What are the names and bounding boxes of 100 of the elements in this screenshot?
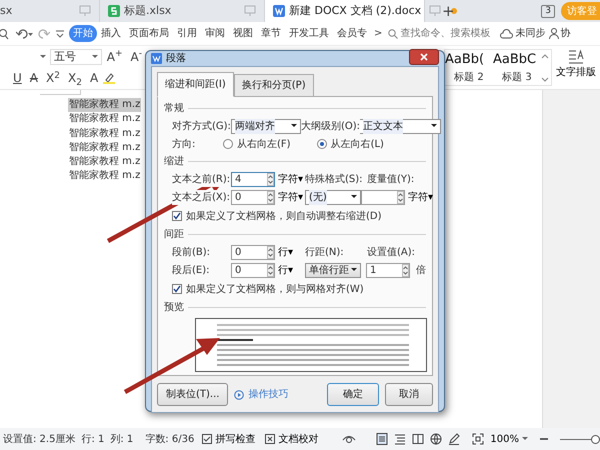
field-label: 设置值(A):	[367, 244, 416, 260]
field-label: 段后(E):	[172, 262, 210, 278]
screen-icon	[79, 5, 91, 17]
ribbon-tab[interactable]: 会员专	[333, 25, 371, 42]
checkbox[interactable]	[172, 284, 182, 294]
unit-dropdown[interactable]: 字符▾	[405, 190, 435, 204]
style-name[interactable]: 标题 2	[445, 70, 493, 85]
close-icon	[420, 52, 428, 60]
document-text: 智能家教程 m.z	[68, 140, 142, 155]
radio-option[interactable]: 从左向右(L)	[316, 136, 384, 152]
dialog-tab[interactable]: 缩进和间距(I)	[157, 72, 234, 97]
unit-label: 倍	[416, 264, 426, 278]
spin-field[interactable]: 0	[231, 262, 275, 278]
book-view-icon[interactable]	[412, 433, 424, 445]
pen-icon[interactable]	[448, 433, 460, 445]
ribbon-tab[interactable]: 视图	[229, 25, 257, 42]
special-format-select[interactable]: (无)	[305, 190, 361, 204]
radio-button[interactable]	[316, 139, 327, 149]
status-text: 列: 1	[110, 432, 134, 446]
format-button[interactable]: A	[86, 72, 102, 84]
font-size-select[interactable]: 五号	[50, 48, 102, 65]
fit-screen-icon[interactable]	[472, 433, 484, 445]
field-label: 对齐方式(G):	[172, 118, 231, 134]
format-button[interactable]: U	[10, 72, 25, 84]
format-button[interactable]: X$_{2}$	[64, 72, 85, 84]
document-tab[interactable]: sx	[0, 0, 100, 22]
ribbon-tab[interactable]: 审阅	[201, 25, 229, 42]
unit-dropdown[interactable]: 字符▾	[275, 172, 305, 186]
notification-badge[interactable]: 3	[541, 4, 555, 18]
cancel-button[interactable]: 取消	[385, 383, 433, 406]
style-sample[interactable]: AaBbC	[493, 50, 541, 70]
spell-check-button[interactable]: 拼写检查	[200, 432, 258, 446]
scroll-arrows-icon[interactable]	[541, 52, 549, 82]
unit-dropdown[interactable]: 行▾	[275, 244, 305, 260]
format-button[interactable]: A	[26, 72, 42, 84]
alignment-select[interactable]: 两端对齐	[231, 118, 301, 134]
tips-link[interactable]: 操作技巧	[234, 387, 288, 402]
unit-dropdown[interactable]: 行▾	[275, 262, 305, 278]
spin-field[interactable]: 0	[231, 190, 275, 204]
screen-icon	[244, 5, 256, 17]
spin-field[interactable]	[361, 190, 405, 204]
ok-button[interactable]: 确定	[327, 383, 379, 406]
eye-icon[interactable]	[342, 434, 356, 444]
dropdown-icon[interactable]	[40, 54, 46, 59]
zoom-select[interactable]: 100%	[490, 432, 528, 446]
radio-option[interactable]: 从右向左(F)	[223, 136, 291, 152]
dropdown-icon	[431, 124, 437, 128]
spin-field[interactable]: 0	[231, 244, 275, 260]
ribbon-tab[interactable]: 插入	[97, 25, 125, 42]
zoom-slider[interactable]	[560, 434, 600, 444]
spinner-arrows-icon	[402, 264, 409, 276]
unit-dropdown[interactable]: 字符▾	[275, 190, 305, 204]
dialog-tab[interactable]: 换行和分页(P)	[234, 74, 314, 97]
document-icon	[151, 53, 162, 64]
style-name[interactable]: 标题 3	[493, 70, 541, 85]
document-text: 智能家教程 m.z	[68, 112, 142, 126]
person-icon[interactable]	[549, 28, 560, 39]
collaborate-button[interactable]: 协	[559, 26, 572, 41]
ribbon-tab[interactable]: 开发工具	[285, 25, 333, 42]
dropdown-icon	[92, 54, 98, 59]
field-label: 段前(B):	[172, 244, 210, 260]
line-spacing-select[interactable]: 单倍行距	[305, 262, 361, 278]
spreadsheet-icon	[108, 5, 120, 17]
play-icon	[234, 390, 244, 400]
close-button[interactable]	[409, 48, 439, 64]
cloud-icon[interactable]	[500, 28, 514, 38]
text-layout-icon	[568, 49, 584, 65]
search-field[interactable]: 查找命令、搜索模板	[388, 26, 498, 41]
spin-field[interactable]: 1	[366, 262, 410, 278]
format-button[interactable]: X$^{2}$	[43, 72, 63, 84]
style-sample[interactable]: AaBb(	[445, 50, 493, 70]
proofread-button[interactable]: 文档校对	[263, 432, 320, 446]
font-size-button[interactable]: A$^{-}$	[128, 50, 145, 63]
more-tabs-button[interactable]: >	[371, 28, 386, 38]
font-size-button[interactable]: A$^{+}$	[104, 50, 126, 63]
ribbon-tab[interactable]: 页面布局	[125, 25, 173, 42]
text-layout-button[interactable]: 文字排版	[552, 46, 600, 89]
ribbon-tab[interactable]: 章节	[257, 25, 285, 42]
outline-view-icon[interactable]	[394, 433, 406, 445]
checkbox-option[interactable]: 如果定义了文档网格，则与网格对齐(W)	[172, 282, 364, 296]
field-label: 行距(N):	[305, 244, 344, 260]
ribbon-tab[interactable]: 引用	[173, 25, 201, 42]
dropdown-icon[interactable]	[55, 28, 65, 40]
spinner-arrows-icon	[267, 246, 274, 258]
page-view-icon[interactable]	[376, 433, 388, 445]
tab-stops-button[interactable]: 制表位(T)...	[157, 383, 228, 406]
check-icon	[173, 212, 181, 220]
undo-icon[interactable]	[16, 28, 34, 40]
checkbox-option[interactable]: 如果定义了文档网格，则自动调整右缩进(D)	[172, 208, 382, 224]
ribbon-tab[interactable]: 开始	[69, 25, 97, 42]
checkbox[interactable]	[172, 211, 182, 221]
search-icon[interactable]	[0, 28, 10, 40]
radio-button[interactable]	[223, 139, 233, 149]
new-tab-button[interactable]: +	[439, 0, 458, 22]
outline-level-select[interactable]: 正文文本	[359, 118, 441, 134]
highlight-icon[interactable]	[103, 72, 116, 84]
section-heading: 缩进	[164, 154, 184, 169]
spin-field[interactable]: 4	[231, 172, 275, 186]
sync-button[interactable]: 未同步	[513, 26, 548, 41]
globe-icon[interactable]	[430, 433, 442, 445]
